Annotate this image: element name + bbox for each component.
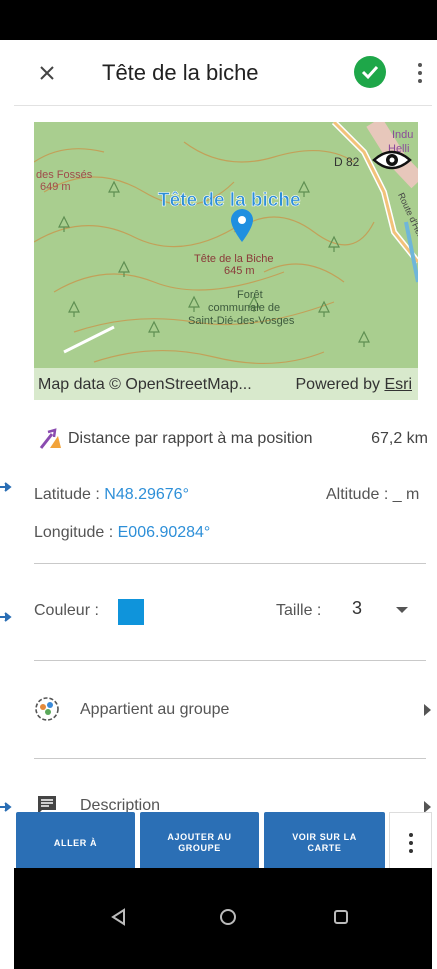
map-view[interactable]: des Fossés 649 m Tête de la biche D 82 I… xyxy=(34,122,418,400)
action-bar: ALLER À AJOUTER AU GROUPE VOIR SUR LA CA… xyxy=(14,812,432,874)
app-bar: Tête de la biche xyxy=(14,40,432,106)
pointer-arrow-icon xyxy=(0,612,12,622)
chevron-down-icon[interactable] xyxy=(396,607,408,613)
map-label: des Fossés xyxy=(36,169,93,181)
longitude-value: E006.90284° xyxy=(117,524,211,541)
map-credit: Map data © OpenStreetMap... xyxy=(38,376,252,393)
dot xyxy=(418,79,422,83)
road-label: D 82 xyxy=(334,155,360,169)
home-icon[interactable] xyxy=(219,908,237,926)
latitude-value: N48.29676° xyxy=(104,486,189,503)
map-canvas: des Fossés 649 m Tête de la biche D 82 I… xyxy=(34,122,418,400)
esri-link[interactable]: Esri xyxy=(384,376,412,393)
latitude-field: Latitude : N48.29676° xyxy=(34,486,189,504)
place-label: Tête de la biche xyxy=(158,190,301,211)
route-arrow-icon xyxy=(39,428,61,449)
longitude-field: Longitude : E006.90284° xyxy=(34,524,210,542)
forest-label: Forêt xyxy=(237,289,263,301)
dot xyxy=(408,841,413,845)
map-powered-by: Powered by Esri xyxy=(296,376,413,394)
view-on-map-label-1: VOIR SUR LA xyxy=(292,832,357,842)
longitude-label: Longitude : xyxy=(34,524,118,541)
marker-label: Tête de la Biche xyxy=(194,253,274,265)
confirm-button[interactable] xyxy=(354,56,386,88)
map-label: 649 m xyxy=(40,181,71,193)
add-to-group-button[interactable]: AJOUTER AU GROUPE xyxy=(140,812,259,874)
dot xyxy=(418,63,422,67)
divider xyxy=(34,660,426,661)
map-powered-prefix: Powered by xyxy=(295,376,385,393)
size-select[interactable]: 3 xyxy=(352,598,362,619)
more-actions-button[interactable] xyxy=(389,812,432,874)
dot xyxy=(418,71,422,75)
map-attribution: Map data © OpenStreetMap... Powered by E… xyxy=(34,368,418,400)
marker-elevation: 645 m xyxy=(224,265,255,277)
close-button[interactable] xyxy=(32,58,62,88)
back-icon[interactable] xyxy=(110,908,128,926)
view-on-map-button[interactable]: VOIR SUR LA CARTE xyxy=(264,812,385,874)
color-label: Couleur : xyxy=(34,602,99,619)
distance-row: Distance par rapport à ma position 67,2 … xyxy=(38,425,428,453)
group-row-label[interactable]: Appartient au groupe xyxy=(80,701,229,719)
latitude-label: Latitude : xyxy=(34,486,105,503)
chevron-right-icon[interactable] xyxy=(424,704,431,716)
dot xyxy=(408,849,413,853)
dot xyxy=(408,833,413,837)
left-edge xyxy=(0,40,14,969)
add-to-group-label-2: GROUPE xyxy=(178,843,221,853)
add-to-group-label-1: AJOUTER AU xyxy=(167,832,232,842)
altitude-field: Altitude : _ m xyxy=(326,486,420,503)
distance-label: Distance par rapport à ma position xyxy=(68,430,313,447)
divider xyxy=(34,758,426,759)
overflow-menu-button[interactable] xyxy=(412,58,428,88)
group-icon xyxy=(35,697,59,721)
view-on-map-label-2: CARTE xyxy=(307,843,342,853)
system-nav-bar xyxy=(14,868,432,969)
recents-icon[interactable] xyxy=(332,908,350,926)
divider xyxy=(34,563,426,564)
go-to-button[interactable]: ALLER À xyxy=(16,812,135,874)
page-title: Tête de la biche xyxy=(102,60,259,85)
pointer-arrow-icon xyxy=(0,802,12,812)
distance-value: 67,2 km xyxy=(371,430,428,447)
close-icon xyxy=(40,66,54,80)
forest-label: Saint-Dié-des-Vosges xyxy=(188,315,295,327)
color-swatch[interactable] xyxy=(118,599,144,625)
status-bar xyxy=(0,0,437,40)
screen: Tête de la biche des Fossés 649 m Tête d… xyxy=(14,40,432,917)
size-label: Taille : xyxy=(276,602,322,619)
check-icon xyxy=(361,65,379,80)
map-label: Indu xyxy=(392,129,413,141)
forest-label: communale de xyxy=(208,302,280,314)
pointer-arrow-icon xyxy=(0,482,12,492)
